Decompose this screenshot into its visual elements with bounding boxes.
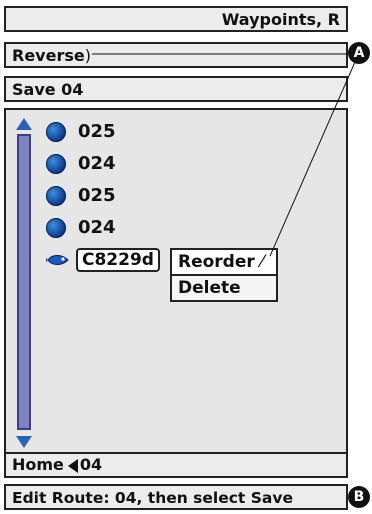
list-item[interactable]: 024 (46, 152, 116, 176)
waypoint-name: 025 (78, 121, 116, 142)
scroll-up-icon[interactable] (16, 118, 32, 130)
waypoint-dot-icon (46, 122, 66, 142)
save-label: Save 04 (12, 80, 84, 99)
fish-icon (46, 255, 69, 265)
scrollbar[interactable] (16, 118, 32, 448)
selected-waypoint-name[interactable]: C8229d (76, 248, 160, 272)
callout-a: A (348, 42, 370, 64)
list-item[interactable]: 025 (46, 184, 116, 208)
home-value: 04 (79, 455, 103, 474)
window-title: Waypoints, R (4, 6, 348, 32)
list-item[interactable]: 025 (46, 120, 116, 144)
status-text: Edit Route: 04, then select Save (12, 489, 293, 507)
save-route-field[interactable]: Save 04 (4, 76, 348, 102)
reverse-field[interactable]: Reverse) (4, 42, 348, 68)
text-cursor: ) (84, 46, 91, 65)
callout-b: B (348, 486, 370, 508)
left-arrow-icon[interactable] (67, 458, 78, 473)
delete-menu-item[interactable]: Delete (172, 274, 276, 300)
waypoint-dot-icon (46, 218, 66, 238)
list-item[interactable]: 024 (46, 216, 116, 240)
scroll-track[interactable] (17, 134, 31, 430)
scroll-down-icon[interactable] (16, 436, 32, 448)
text-cursor: ⁄ (260, 252, 264, 272)
reverse-label: Reverse (12, 46, 85, 65)
waypoint-dot-icon (46, 186, 66, 206)
reorder-label: Reorder (178, 252, 255, 272)
home-label: Home (12, 455, 64, 474)
waypoint-dot-icon (46, 154, 66, 174)
waypoint-name: 024 (78, 153, 116, 174)
waypoint-name: 025 (78, 185, 116, 206)
context-menu[interactable]: Reorder ⁄ Delete (170, 248, 278, 302)
reorder-menu-item[interactable]: Reorder ⁄ (172, 250, 276, 274)
home-row[interactable]: Home 04 (6, 452, 346, 476)
status-bar: Edit Route: 04, then select Save (4, 484, 348, 510)
waypoint-list[interactable]: 025 024 025 024 C8229d Reorder ⁄ Delete … (4, 108, 348, 478)
waypoint-name: 024 (78, 217, 116, 238)
